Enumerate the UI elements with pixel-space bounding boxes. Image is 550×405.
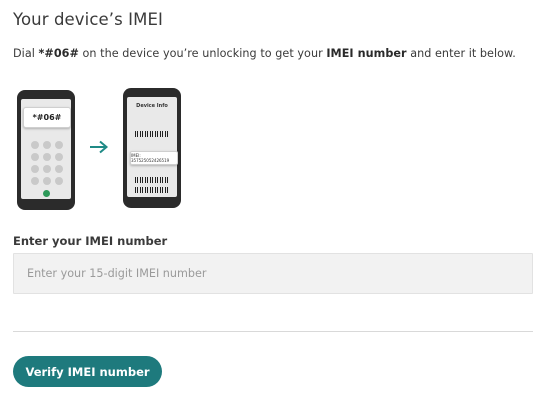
arrow-right-icon-svg <box>90 140 109 154</box>
imei-input[interactable] <box>13 253 533 294</box>
call-icon <box>43 190 50 197</box>
arrow-right-icon <box>89 137 109 157</box>
device-info-phone-image: Device Info <box>123 88 181 208</box>
instructions-text: Dial *#06# on the device you’re unlockin… <box>13 47 516 60</box>
device-info-title: Device Info <box>136 103 168 109</box>
imei-field-label: Enter your IMEI number <box>13 234 168 248</box>
page-title: Your device’s IMEI <box>13 10 163 29</box>
imei-illustration: *#06# Device Info IMEI: 357525052426519 <box>13 86 183 210</box>
barcode-graphic <box>135 177 169 183</box>
section-divider <box>13 331 533 332</box>
verify-imei-button[interactable]: Verify IMEI number <box>13 356 162 387</box>
barcode-graphic <box>135 187 169 193</box>
barcode-graphic <box>135 131 169 137</box>
instructions-imei-highlight: IMEI number <box>326 47 407 60</box>
instructions-middle: on the device you’re unlocking to get yo… <box>78 47 327 60</box>
imei-sample-popup: IMEI: 357525052426519 <box>130 151 178 165</box>
instructions-dial-code: *#06# <box>38 47 79 60</box>
instructions-prefix: Dial <box>13 47 39 60</box>
imei-page: Your device’s IMEI Dial *#06# on the dev… <box>0 0 550 405</box>
dial-code-popup: *#06# <box>23 107 71 128</box>
device-info-screen: Device Info <box>127 97 177 197</box>
instructions-suffix: and enter it below. <box>406 47 516 60</box>
